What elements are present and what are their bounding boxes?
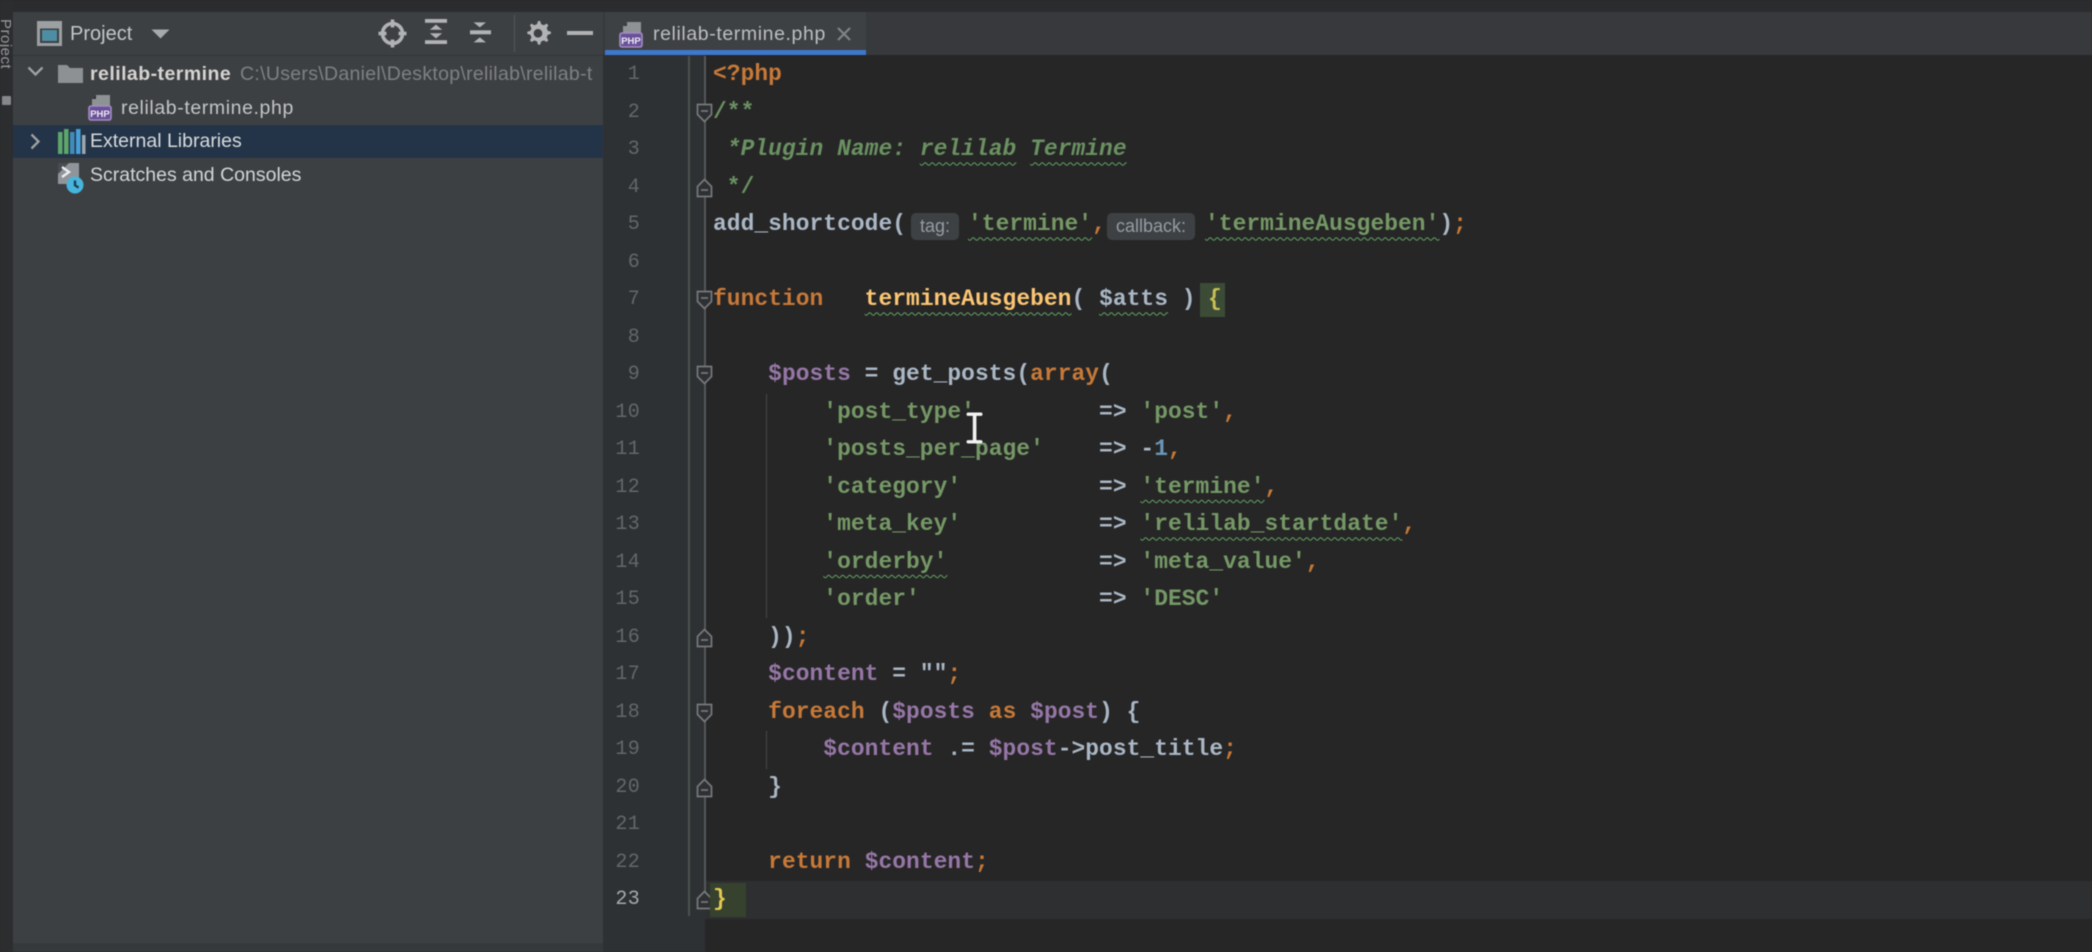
svg-text:PHP: PHP	[621, 36, 641, 47]
svg-text:PHP: PHP	[90, 109, 110, 120]
